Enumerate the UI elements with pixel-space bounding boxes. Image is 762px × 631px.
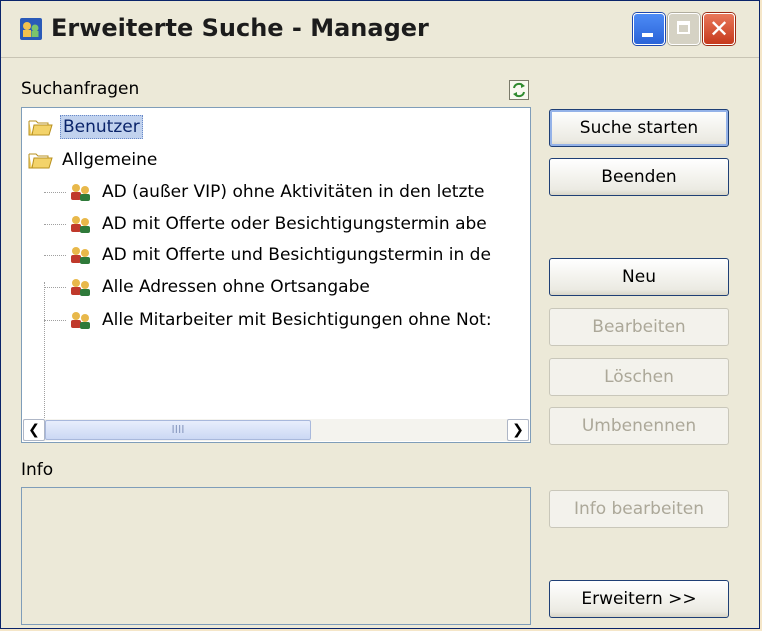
new-button[interactable]: Neu bbox=[549, 258, 729, 296]
tree-item-label: Alle Mitarbeiter mit Besichtigungen ohne… bbox=[102, 310, 492, 330]
scrollbar-thumb[interactable]: IIII bbox=[45, 420, 311, 440]
users-group-icon bbox=[71, 247, 90, 264]
tree-item-query[interactable]: AD mit Offerte oder Besichtigungstermin … bbox=[68, 210, 489, 238]
tree-guide-line bbox=[44, 287, 66, 288]
tree-item-label: AD mit Offerte und Besichtigungstermin i… bbox=[102, 245, 491, 265]
query-tree[interactable]: Benutzer Allgemeine AD (außer VIP) ohne … bbox=[21, 107, 531, 443]
scroll-right-button[interactable]: ❯ bbox=[507, 419, 529, 441]
folder-open-icon bbox=[28, 120, 53, 136]
info-label: Info bbox=[21, 460, 54, 480]
users-group-icon bbox=[71, 184, 90, 201]
tree-item-query[interactable]: AD (außer VIP) ohne Aktivitäten in den l… bbox=[68, 178, 487, 206]
users-group-icon bbox=[71, 279, 90, 296]
users-group-icon bbox=[71, 312, 90, 329]
maximize-button bbox=[668, 13, 700, 45]
minimize-icon bbox=[642, 33, 653, 37]
chevron-right-icon: ❯ bbox=[512, 422, 524, 438]
folder-open-icon bbox=[28, 153, 53, 169]
refresh-icon[interactable] bbox=[509, 80, 529, 100]
tree-item-label: AD mit Offerte oder Besichtigungstermin … bbox=[102, 214, 487, 234]
exit-button[interactable]: Beenden bbox=[549, 158, 729, 196]
title-bar[interactable]: Erweiterte Suche - Manager ✕ bbox=[1, 1, 759, 58]
tree-guide-line bbox=[44, 255, 66, 256]
close-button[interactable]: ✕ bbox=[703, 13, 735, 45]
tree-folder-allgemeine[interactable]: Allgemeine bbox=[28, 146, 159, 174]
edit-button[interactable]: Bearbeiten bbox=[549, 308, 729, 346]
tree-item-query[interactable]: Alle Mitarbeiter mit Besichtigungen ohne… bbox=[68, 306, 494, 334]
grip-icon: IIII bbox=[171, 423, 185, 436]
maximize-icon bbox=[677, 21, 690, 34]
info-box bbox=[21, 487, 531, 625]
tree-item-label: Alle Adressen ohne Ortsangabe bbox=[102, 277, 370, 297]
tree-guide-line bbox=[44, 282, 45, 430]
tree-folder-label: Allgemeine bbox=[62, 150, 158, 170]
app-icon bbox=[20, 18, 42, 40]
users-group-icon bbox=[71, 216, 90, 233]
tree-folder-benutzer[interactable]: Benutzer bbox=[28, 113, 143, 141]
expand-button[interactable]: Erweitern >> bbox=[549, 580, 729, 618]
tree-folder-label: Benutzer bbox=[60, 115, 143, 139]
start-search-button[interactable]: Suche starten bbox=[549, 109, 729, 147]
rename-button[interactable]: Umbenennen bbox=[549, 407, 729, 445]
delete-button[interactable]: Löschen bbox=[549, 358, 729, 396]
window-title: Erweiterte Suche - Manager bbox=[51, 14, 429, 42]
horizontal-scrollbar[interactable]: ❮ IIII ❯ bbox=[23, 419, 529, 441]
dialog-window: Erweiterte Suche - Manager ✕ Suchanfrage… bbox=[0, 0, 760, 629]
tree-guide-line bbox=[44, 192, 66, 193]
tree-item-query[interactable]: Alle Adressen ohne Ortsangabe bbox=[68, 273, 372, 301]
close-icon: ✕ bbox=[708, 15, 730, 43]
edit-info-button[interactable]: Info bearbeiten bbox=[549, 490, 729, 528]
queries-label: Suchanfragen bbox=[21, 79, 140, 99]
tree-item-label: AD (außer VIP) ohne Aktivitäten in den l… bbox=[102, 182, 485, 202]
tree-guide-line bbox=[44, 320, 66, 321]
chevron-left-icon: ❮ bbox=[28, 422, 40, 438]
scroll-left-button[interactable]: ❮ bbox=[23, 419, 45, 441]
minimize-button[interactable] bbox=[633, 13, 665, 45]
tree-item-query[interactable]: AD mit Offerte und Besichtigungstermin i… bbox=[68, 241, 493, 269]
tree-guide-line bbox=[44, 224, 66, 225]
